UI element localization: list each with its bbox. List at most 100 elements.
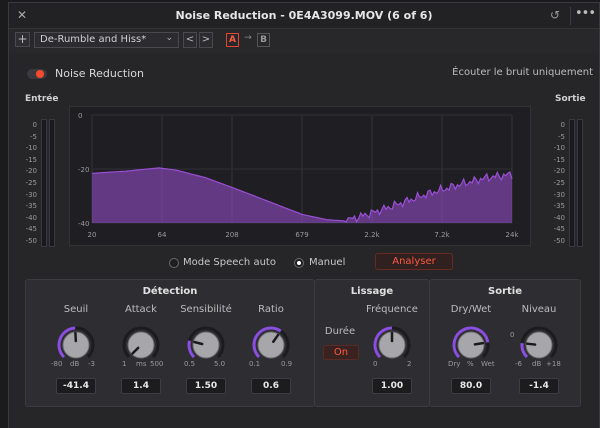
meter-tick-label: -40 (25, 213, 37, 222)
noise-reduction-window: ✕ Noise Reduction - 0E4A3099.MOV (6 of 6… (8, 2, 600, 428)
input-meter-scale: 0 -5 -10 -15 -20 -25 -30 -35 -40 -45 -50 (23, 121, 37, 245)
effect-panel: Noise Reduction Écouter le bruit uniquem… (9, 53, 599, 428)
knob-pointer (525, 342, 537, 346)
window-title: Noise Reduction - 0E4A3099.MOV (6 of 6) (175, 9, 433, 22)
speech-auto-label[interactable]: Mode Speech auto (183, 257, 276, 268)
preset-name: De-Rumble and Hiss* (40, 34, 147, 45)
level-zero-mark: 0 (510, 331, 515, 339)
x-tick-label: 208 (225, 231, 238, 239)
drywet-label: Dry/Wet (450, 304, 492, 315)
meter-tick-label: -35 (553, 202, 565, 211)
threshold-unit: dB (70, 360, 80, 368)
meter-tick-label: -15 (25, 155, 37, 164)
ratio-min: 0.1 (249, 360, 261, 368)
history-icon[interactable]: ↺ (550, 8, 560, 22)
drywet-value[interactable]: 80.0 (451, 378, 491, 394)
meter-tick-label: 0 (32, 121, 37, 129)
ratio-max: 0.9 (281, 360, 293, 368)
previous-preset-button[interactable]: < (183, 32, 197, 48)
next-preset-button[interactable]: > (199, 32, 213, 48)
y-tick-label: 0 (78, 112, 82, 120)
level-value[interactable]: -1.4 (519, 378, 559, 394)
noise-reduction-toggle[interactable] (27, 69, 47, 79)
ratio-label: Ratio (258, 304, 284, 315)
meter-tick-label: -15 (553, 155, 565, 164)
x-tick-label: 20 (88, 231, 97, 239)
sensitivity-value[interactable]: 1.50 (186, 378, 226, 394)
output-title: Sortie (488, 286, 522, 297)
threshold-value[interactable]: -41.4 (56, 378, 96, 394)
output-section: Sortie Dry/Wet Dry % Wet 80.0 Niveau 0 -… (429, 279, 581, 407)
knob-body (457, 331, 485, 359)
ratio-value[interactable]: 0.6 (251, 378, 291, 394)
listen-noise-only-label[interactable]: Écouter le bruit uniquement (452, 67, 593, 78)
threshold-label: Seuil (63, 304, 89, 315)
knob-pointer (473, 341, 485, 346)
x-tick-label: 7.2k (434, 231, 450, 239)
input-meter-label: Entrée (25, 94, 59, 104)
level-max: +18 (546, 360, 561, 368)
knob-body (192, 331, 220, 359)
meter-tick-label: -10 (553, 144, 565, 153)
meter-tick-label: -20 (553, 167, 565, 176)
meter-tick-label: 0 (560, 121, 565, 129)
noise-spectrum-graph: 20 64 208 679 2.2k 7.2k 24k 0 -20 -40 (69, 106, 531, 246)
sensitivity-max: 5.0 (214, 360, 226, 368)
x-tick-label: 24k (506, 231, 520, 239)
title-divider (570, 7, 571, 25)
manual-label[interactable]: Manuel (309, 257, 345, 268)
manual-radio[interactable] (294, 258, 304, 268)
threshold-max: -3 (88, 360, 95, 368)
add-preset-button[interactable]: + (15, 32, 30, 47)
meter-tick-label: -5 (30, 132, 37, 141)
ab-compare-b-button[interactable]: B (257, 33, 270, 47)
x-tick-label: 64 (158, 231, 167, 239)
attack-max: 500 (150, 360, 164, 368)
y-tick-label: -40 (78, 220, 89, 228)
analyze-button[interactable]: Analyser (375, 253, 453, 270)
attack-label: Attack (125, 304, 157, 315)
input-meter-left (41, 119, 47, 247)
drywet-unit: % (467, 360, 474, 368)
attack-value[interactable]: 1.4 (121, 378, 161, 394)
duration-label: Durée (324, 326, 356, 337)
output-meter-left (569, 119, 575, 247)
meter-tick-label: -30 (25, 190, 37, 199)
meter-tick-label: -45 (553, 225, 565, 234)
preset-dropdown[interactable]: De-Rumble and Hiss* ⌄ (34, 32, 179, 48)
meter-tick-label: -30 (553, 190, 565, 199)
threshold-min: -80 (51, 360, 63, 368)
meter-tick-label: -5 (558, 132, 565, 141)
output-meter-scale: 0 -5 -10 -15 -20 -25 -30 -35 -40 -45 -50 (551, 121, 565, 245)
ab-compare-a-button[interactable]: A (226, 33, 239, 47)
frequency-min: 0 (373, 360, 378, 368)
level-min: -6 (515, 360, 522, 368)
x-tick-label: 2.2k (364, 231, 380, 239)
y-tick-label: -20 (78, 166, 89, 174)
smoothing-title: Lissage (350, 286, 394, 297)
level-label: Niveau (521, 304, 557, 315)
output-meter-right (577, 119, 583, 247)
preset-bar: + De-Rumble and Hiss* ⌄ < > A → B (9, 29, 599, 53)
meter-tick-label: -50 (553, 237, 565, 245)
knob-body (257, 331, 285, 359)
meter-tick-label: -25 (553, 179, 565, 187)
frequency-value[interactable]: 1.00 (372, 378, 412, 394)
x-tick-label: 679 (295, 231, 308, 239)
attack-unit: ms (136, 360, 147, 368)
speech-auto-radio[interactable] (169, 258, 179, 268)
smoothing-section: Lissage Durée On Fréquence 0 2 1.00 (314, 279, 430, 407)
meter-tick-label: -40 (553, 213, 565, 222)
title-bar: ✕ Noise Reduction - 0E4A3099.MOV (6 of 6… (9, 3, 599, 29)
attack-min: 1 (122, 360, 127, 368)
frequency-label: Fréquence (366, 304, 418, 315)
meter-tick-label: -35 (25, 202, 37, 211)
more-options-icon[interactable]: ••• (575, 6, 596, 21)
input-meter-right (49, 119, 55, 247)
ab-copy-arrow-icon[interactable]: → (242, 33, 254, 47)
meter-tick-label: -10 (25, 144, 37, 153)
duration-toggle[interactable]: On (323, 345, 359, 360)
drywet-max: Wet (481, 360, 495, 368)
spectrum-svg: 20 64 208 679 2.2k 7.2k 24k 0 -20 -40 (78, 112, 520, 239)
meter-tick-label: -25 (25, 179, 37, 187)
